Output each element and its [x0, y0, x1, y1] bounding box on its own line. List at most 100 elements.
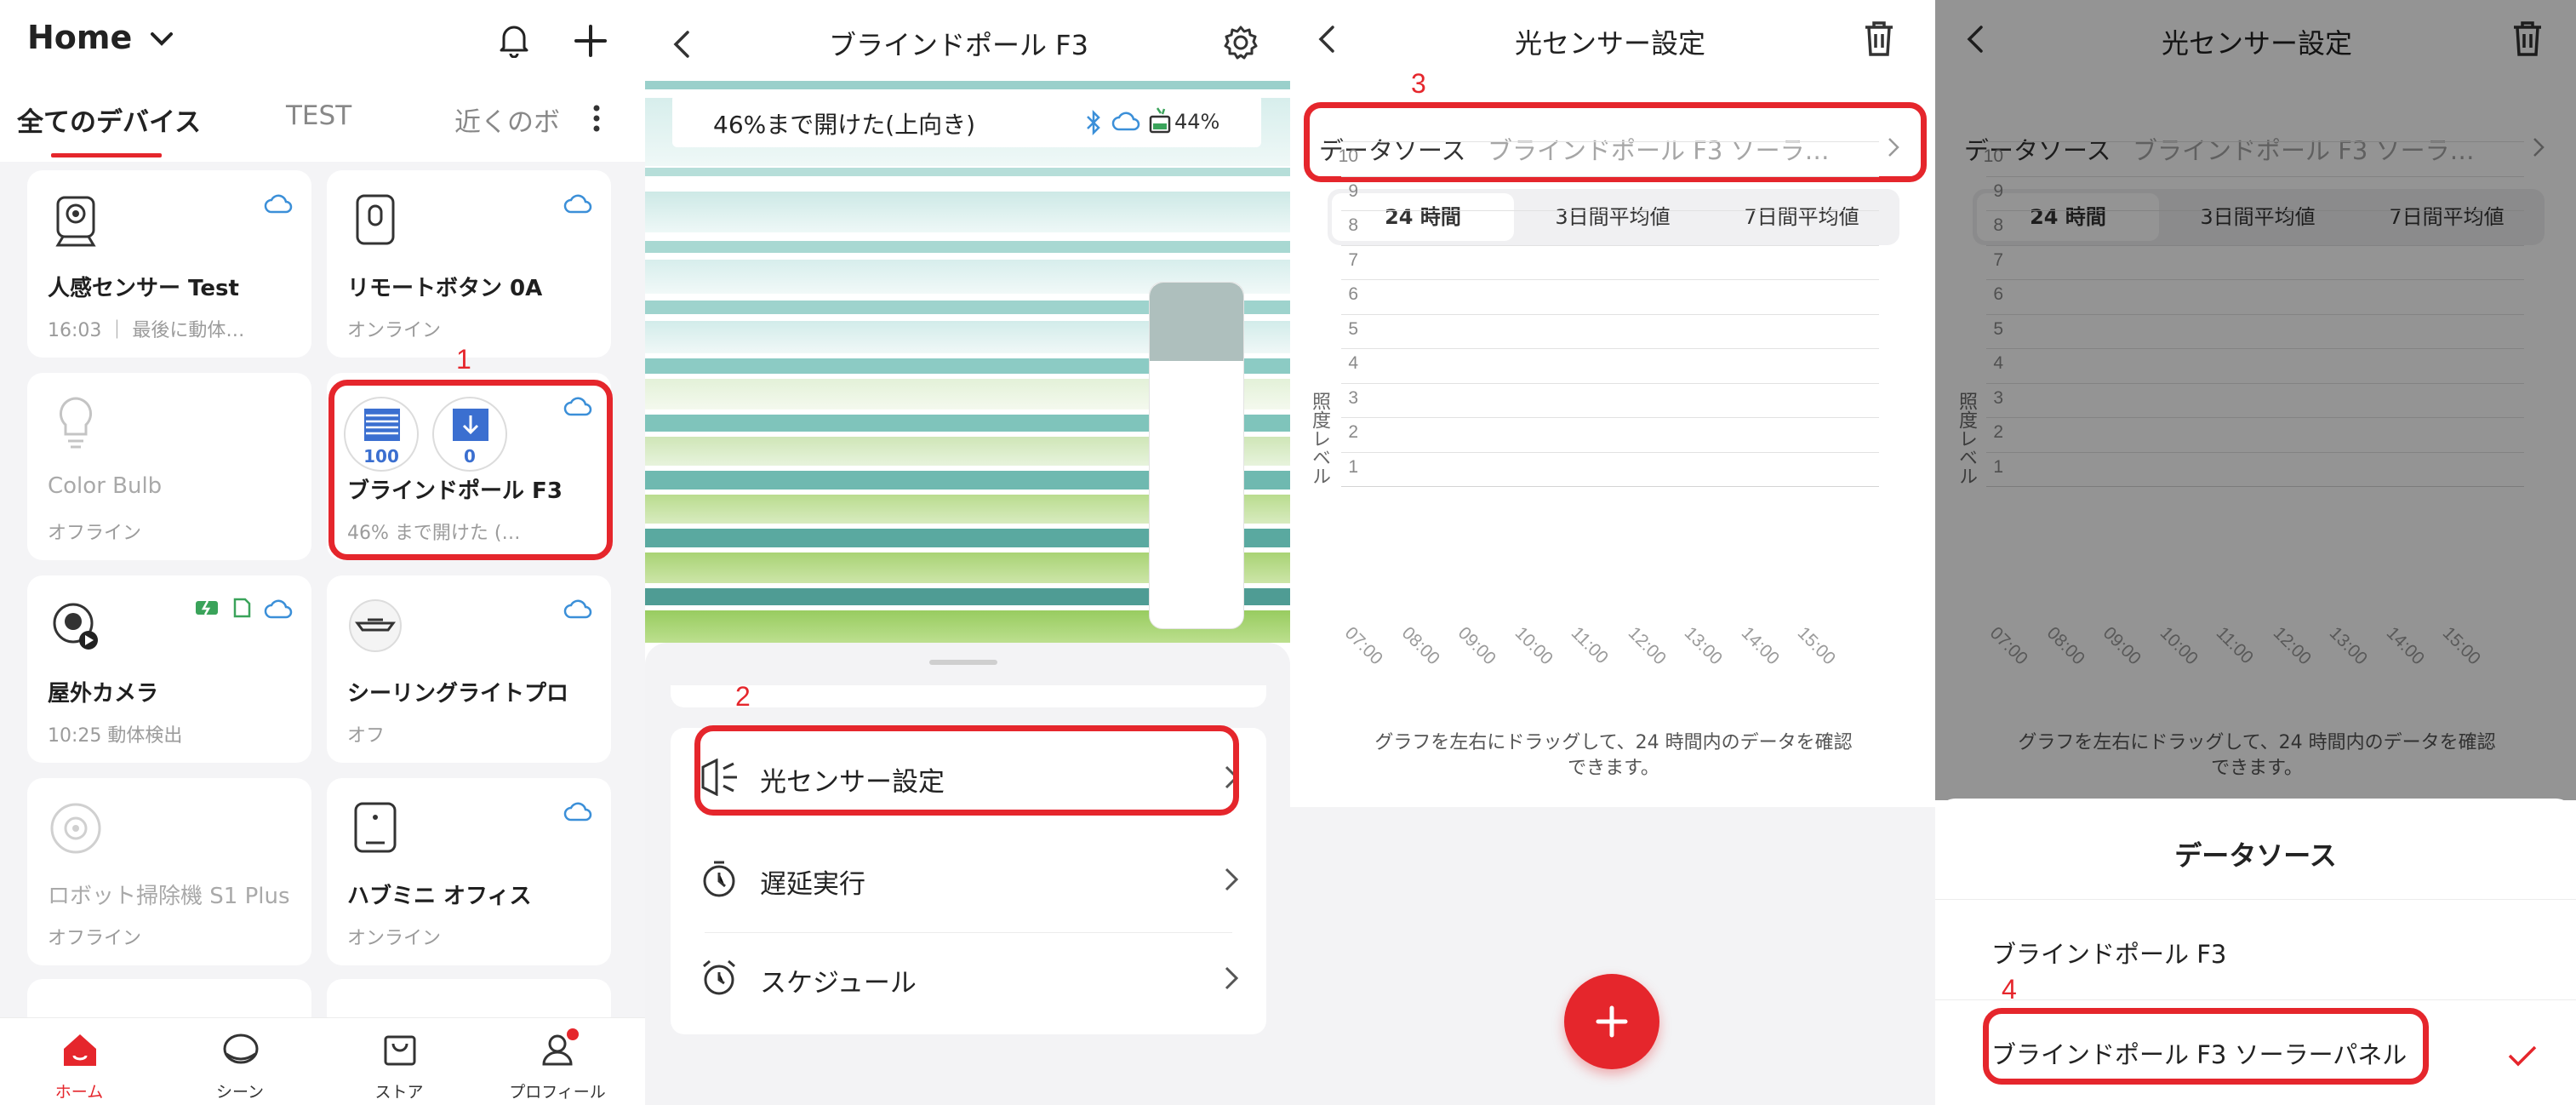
add-button[interactable] [1564, 974, 1659, 1069]
blind-slat [645, 192, 1290, 232]
device-card-color-bulb[interactable]: Color Bulb オフライン [27, 373, 311, 560]
bluetooth-icon [1087, 110, 1100, 135]
home-selector[interactable]: Home [27, 19, 174, 56]
store-icon [384, 1035, 416, 1066]
cloud-icon [264, 194, 293, 214]
blind-status-bar: 46%まで開けた(上向き) 44% [672, 94, 1261, 147]
device-status: オンライン [347, 928, 442, 949]
slider-fill [1150, 283, 1243, 361]
segment-3day[interactable]: 3日間平均値 [1522, 193, 1704, 241]
device-card-ceiling-light[interactable]: シーリングライトプロ オフ [327, 575, 611, 763]
home-header: Home 全てのデバイス TEST 近くのボ [0, 0, 645, 162]
x-tick-label: 09:00 [1454, 623, 1500, 669]
y-tick-label: 2 [1348, 422, 1358, 442]
gridline [1341, 313, 1879, 315]
nav-store[interactable]: ストア [335, 1018, 463, 1105]
dim-overlay[interactable] [1935, 0, 2576, 800]
nav-home[interactable]: ホーム [15, 1018, 143, 1105]
chevron-down-icon [150, 32, 173, 46]
gridline [1341, 141, 1879, 142]
x-axis-line [1341, 486, 1879, 487]
cloud-icon [563, 599, 592, 619]
menu-item-schedule[interactable]: スケジュール [671, 929, 1266, 1028]
nav-label: シーン [215, 1083, 265, 1102]
device-name: 屋外カメラ [48, 681, 159, 707]
device-status: オフライン [48, 928, 142, 949]
x-tick-label: 14:00 [1737, 623, 1783, 669]
gear-icon[interactable] [1222, 24, 1259, 61]
blind-status-text: 46%まで開けた(上向き) [713, 111, 976, 139]
blind-slat [645, 241, 1290, 253]
nav-scene[interactable]: シーン [176, 1018, 304, 1105]
menu-item-delay[interactable]: 遅延実行 [671, 830, 1266, 929]
option-blind-pole[interactable]: ブラインドポール F3 [1935, 901, 2576, 999]
remote-button-icon [356, 194, 395, 245]
step-marker-1: 1 [456, 344, 471, 375]
device-title: ブラインドポール F3 [829, 29, 1088, 61]
trash-icon[interactable] [1862, 20, 1896, 58]
back-icon[interactable] [1316, 24, 1336, 54]
x-tick-label: 12:00 [1624, 623, 1670, 669]
plus-icon [1596, 1005, 1628, 1038]
step-marker-4: 4 [2002, 974, 2017, 1005]
chevron-right-icon [1225, 966, 1239, 990]
bulb-icon [59, 397, 93, 449]
profile-icon [542, 1028, 579, 1066]
gridline [1341, 417, 1879, 418]
device-card-motion-sensor[interactable]: 人感センサー Test 16:03 ｜ 最後に動体… [27, 170, 311, 358]
highlight-box-4 [1983, 1008, 2429, 1085]
bell-icon[interactable] [497, 22, 531, 58]
device-card-hub-mini[interactable]: ハブミニ オフィス オンライン [327, 778, 611, 965]
back-icon[interactable] [671, 29, 691, 60]
hub-mini-icon [354, 802, 397, 853]
y-axis-label: 照度レベル [1309, 392, 1330, 485]
add-icon[interactable] [574, 24, 608, 58]
device-name: Color Bulb [48, 473, 163, 499]
drag-handle[interactable] [929, 660, 997, 665]
x-tick-label: 15:00 [1793, 623, 1840, 669]
segment-24h[interactable]: 24 時間 [1332, 193, 1514, 241]
device-name: リモートボタン 0A [347, 276, 543, 301]
y-tick-label: 3 [1348, 387, 1358, 408]
home-screen: Home 全てのデバイス TEST 近くのボ 人感センサー Test 16:03… [0, 0, 645, 1105]
step-marker-3: 3 [1411, 68, 1426, 99]
device-card-remote-button[interactable]: リモートボタン 0A オンライン [327, 170, 611, 358]
tab-nearby[interactable]: 近くのボ [454, 100, 560, 139]
tab-all-devices[interactable]: 全てのデバイス [17, 100, 201, 139]
cloud-icon [563, 194, 592, 214]
gridline [1341, 279, 1879, 280]
option-label: ブラインドポール F3 [1991, 940, 2227, 969]
timer-icon [703, 861, 735, 897]
robot-vacuum-icon [50, 803, 101, 854]
cloud-icon [1111, 112, 1140, 131]
nav-label: ホーム [54, 1083, 104, 1102]
x-tick-label: 10:00 [1511, 623, 1556, 669]
y-tick-label: 4 [1348, 353, 1358, 373]
blind-position-slider[interactable] [1149, 282, 1244, 629]
home-title: Home [27, 19, 133, 56]
blind-device-screen: ブラインドポール F3 46%まで開けた(上向き) 44% 光センサー設定 遅延… [645, 0, 1290, 1105]
chevron-right-icon [1225, 867, 1239, 891]
device-name: 人感センサー Test [48, 276, 239, 301]
device-status: オフライン [48, 523, 142, 544]
ceiling-light-icon [349, 599, 402, 652]
device-card-robot-vacuum[interactable]: ロボット掃除機 S1 Plus オフライン [27, 778, 311, 965]
gridline [1341, 244, 1879, 246]
gridline [1341, 175, 1879, 177]
cloud-icon [563, 802, 592, 822]
chart-hint: グラフを左右にドラッグして、24 時間内のデータを確認できます。 [1374, 732, 1853, 779]
checkmark-icon [2508, 1045, 2537, 1067]
blind-slat [645, 81, 1290, 89]
device-card-outdoor-camera[interactable]: 屋外カメラ 10:25 動体検出 [27, 575, 311, 763]
device-status: オンライン [347, 320, 442, 341]
sd-card-icon [233, 598, 251, 618]
tab-test[interactable]: TEST [286, 100, 351, 131]
segment-7day[interactable]: 7日間平均値 [1711, 193, 1893, 241]
home-icon [64, 1034, 96, 1066]
nav-profile[interactable]: プロフィール [494, 1018, 621, 1105]
highlight-box-1 [328, 380, 613, 560]
more-icon[interactable] [591, 104, 603, 133]
y-tick-label: 10 [1338, 146, 1358, 166]
device-header: ブラインドポール F3 [645, 0, 1290, 85]
divider [1935, 899, 2576, 900]
